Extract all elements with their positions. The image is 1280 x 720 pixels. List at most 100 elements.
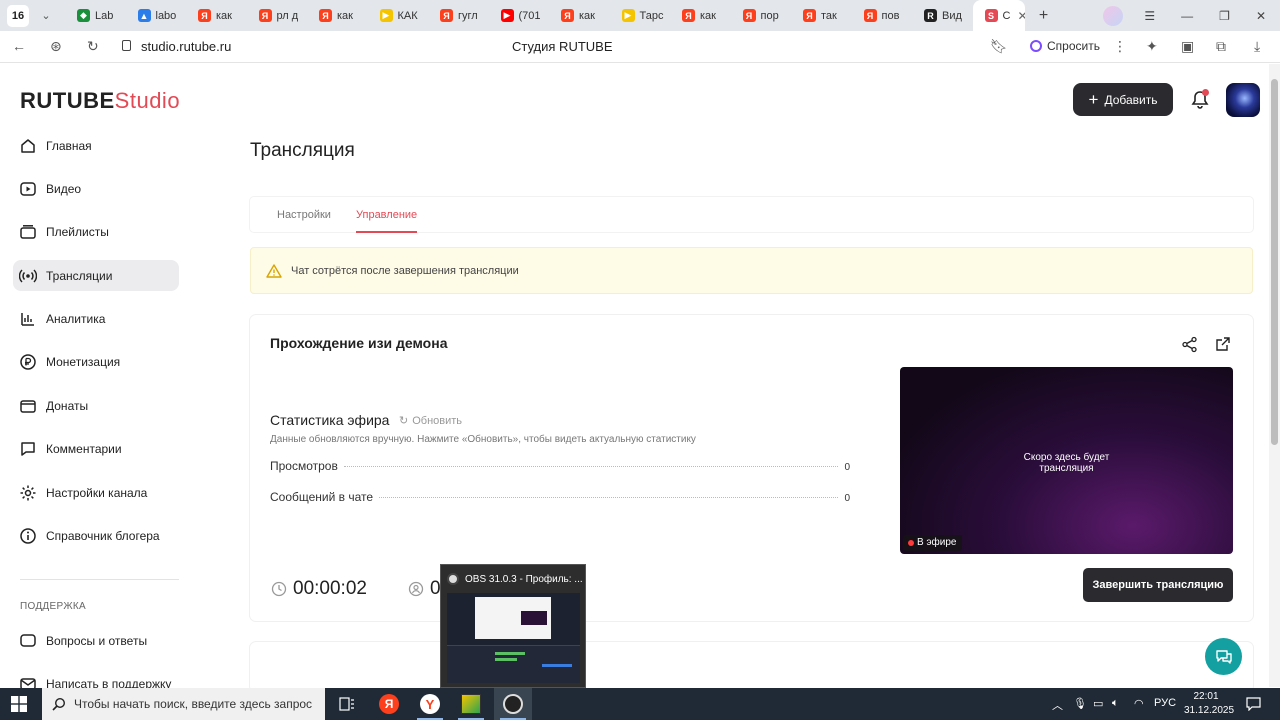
browser-tab[interactable]: Ятак (791, 0, 852, 31)
browser-tab[interactable]: Якак (670, 0, 731, 31)
close-window-icon[interactable]: ✕ (1256, 9, 1266, 23)
tab-count-badge[interactable]: 16 (7, 4, 29, 27)
browser-tab[interactable]: Япов (852, 0, 913, 31)
stream-preview[interactable]: Скоро здесь будет трансляция В эфире (900, 367, 1233, 554)
sidebar-item[interactable]: Видео (13, 173, 179, 204)
browser-tab[interactable]: ▶ Тарс (610, 0, 671, 31)
notifications-center-icon[interactable] (1246, 697, 1261, 711)
stats-subtitle: Данные обновляются вручную. Нажмите «Обн… (270, 434, 696, 445)
taskbar-obs-app[interactable] (494, 688, 532, 720)
analytics-icon (19, 310, 37, 328)
stream-timer: 00:00:02 (271, 578, 367, 600)
sidebar-item-label: Вопросы и ответы (46, 634, 148, 648)
browser-tab[interactable]: ◆ Lab (65, 0, 126, 31)
collections-icon[interactable]: ⧉ (1216, 38, 1226, 55)
sidebar-item[interactable]: Комментарии (13, 434, 179, 465)
tab-favicon-icon: Я (742, 9, 756, 22)
task-view-button[interactable] (328, 688, 366, 720)
browser-tab[interactable]: Якак (186, 0, 247, 31)
bookmark-icon[interactable]: 🔖︎ (990, 38, 1008, 55)
browser-tab[interactable]: R Вид (912, 0, 973, 31)
browser-tab[interactable]: ▶ (701 (489, 0, 550, 31)
support-chat-button[interactable] (1205, 638, 1242, 675)
browser-menu-icon[interactable]: ☰ (1144, 9, 1155, 23)
open-external-icon[interactable] (1215, 336, 1231, 352)
sidebar-item[interactable]: Аналитика (13, 304, 179, 335)
taskbar-search[interactable]: Чтобы начать поиск, введите здесь запрос (42, 688, 325, 720)
tab-list-chevron-icon[interactable]: ⌄ (35, 9, 57, 22)
browser-profile-avatar[interactable] (1103, 6, 1123, 26)
browser-tab[interactable]: Ярл д (247, 0, 308, 31)
lock-icon (122, 40, 131, 51)
close-tab-icon[interactable]: ✕ (1017, 9, 1024, 23)
taskbar-yandex-app[interactable]: Я (370, 688, 408, 720)
tab-favicon-icon: ▶ (621, 9, 635, 22)
obs-window-preview[interactable]: OBS 31.0.3 - Профиль: ... (440, 564, 586, 688)
windows-start-icon[interactable] (11, 696, 27, 712)
end-stream-button[interactable]: Завершить трансляцию (1083, 568, 1233, 602)
url-field[interactable]: studio.rutube.ru (141, 39, 231, 54)
extensions-icon[interactable]: ✦ (1146, 38, 1158, 55)
yandex-icon[interactable]: ⊛ (50, 38, 62, 55)
system-clock[interactable]: 22:01 31.12.2025 (1184, 690, 1234, 718)
taskbar-game-app[interactable] (452, 688, 490, 720)
battery-icon[interactable]: ▭ (1093, 697, 1103, 710)
sidebar-item[interactable]: Справочник блогера (13, 521, 179, 552)
microphone-icon[interactable]: 🎙︎ (1073, 697, 1087, 710)
tab-label: КАК (397, 9, 418, 22)
sidebar-item-faq[interactable]: Вопросы и ответы (19, 632, 147, 650)
more-vertical-icon[interactable]: ⋮ (1113, 38, 1127, 55)
sidebar-item[interactable]: Донаты (13, 390, 179, 421)
browser-tab[interactable]: Якак (307, 0, 368, 31)
browser-tab[interactable]: Япор (731, 0, 792, 31)
tab-label: С (1002, 9, 1011, 22)
tab-label: как (216, 9, 232, 22)
ask-alice-button[interactable]: Спросить (1030, 39, 1100, 53)
add-button[interactable]: + Добавить (1073, 83, 1173, 116)
tray-expand-icon[interactable]: ︿ (1052, 697, 1063, 713)
taskbar-yandex-browser[interactable]: Y (411, 688, 449, 720)
tab-label: пор (760, 9, 779, 22)
stats-title: Статистика эфира (270, 412, 390, 428)
sidebar-item[interactable]: Главная (13, 130, 179, 161)
tab-label: гугл (458, 9, 478, 22)
tab-management[interactable]: Управление (356, 209, 418, 233)
new-tab-button[interactable]: + (1033, 7, 1055, 25)
restore-icon[interactable]: ❐ (1219, 9, 1230, 23)
tab-favicon-icon: Я (440, 9, 453, 22)
browser-tab[interactable]: Ягугл (428, 0, 489, 31)
reload-icon[interactable]: ↻ (87, 38, 99, 55)
sidebar-item[interactable]: Трансляции (13, 260, 179, 292)
language-indicator[interactable]: РУС (1154, 697, 1176, 709)
sidebar-item[interactable]: Плейлисты (13, 217, 179, 248)
sidebar-divider (20, 579, 179, 580)
browser-tab[interactable]: Якак (549, 0, 610, 31)
tab-settings[interactable]: Настройки (277, 209, 331, 221)
obs-preview-image (447, 593, 580, 683)
share-icon[interactable] (1181, 336, 1198, 353)
faq-icon (20, 634, 36, 647)
wifi-icon[interactable]: ◠ (1134, 697, 1144, 710)
alice-icon (1030, 40, 1042, 52)
broadcast-icon (19, 267, 37, 285)
obs-control-button (542, 664, 572, 667)
address-bar: ← ⊛ ↻ studio.rutube.ru Студия RUTUBE 🔖︎ … (0, 31, 1280, 63)
media-icon[interactable]: ▣ (1181, 38, 1194, 55)
volume-icon[interactable]: 🔈︎ (1112, 697, 1119, 710)
sidebar-item[interactable]: Монетизация (13, 347, 179, 378)
downloads-icon[interactable]: ⤓ (1254, 38, 1260, 55)
playlist-icon (19, 223, 37, 241)
rutube-studio-logo[interactable]: RUTUBEStudio (20, 88, 180, 114)
browser-tab[interactable]: ▶ КАК (368, 0, 429, 31)
sidebar-item[interactable]: Настройки канала (13, 477, 179, 508)
user-avatar[interactable] (1226, 83, 1260, 117)
chat-warning-banner: Чат сотрётся после завершения трансляции (250, 247, 1253, 294)
browser-tab[interactable]: S С ✕ (972, 0, 1025, 31)
browser-tab[interactable]: ▲ labo (126, 0, 187, 31)
obs-icon (447, 573, 459, 585)
refresh-button[interactable]: ↻ Обновить (399, 414, 462, 428)
obs-title-text: OBS 31.0.3 - Профиль: ... (465, 573, 583, 585)
back-icon[interactable]: ← (12, 38, 26, 54)
scrollbar-thumb[interactable] (1271, 79, 1278, 445)
minimize-icon[interactable]: — (1181, 9, 1193, 23)
